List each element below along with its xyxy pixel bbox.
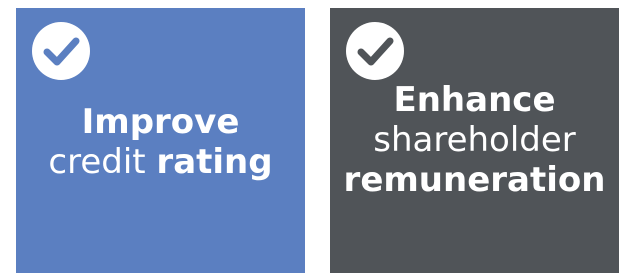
check-circle-icon (346, 22, 404, 80)
goal-line-1: Improve (81, 102, 240, 142)
check-circle-icon (32, 22, 90, 80)
goal-line-2-bold: rating (156, 142, 273, 182)
goal-line-2: shareholder (373, 120, 576, 160)
goal-text: Improve credit rating (16, 102, 305, 182)
goal-line-1: Enhance (393, 80, 556, 120)
goal-line-2-light: credit (48, 142, 157, 182)
goal-line-2: credit rating (16, 142, 305, 182)
goal-tile-improve-credit-rating: Improve credit rating (16, 8, 305, 273)
goal-text: Enhance shareholder remuneration (330, 80, 619, 200)
goal-tile-enhance-shareholder-remuneration: Enhance shareholder remuneration (330, 8, 619, 273)
goal-line-3: remuneration (343, 160, 606, 200)
